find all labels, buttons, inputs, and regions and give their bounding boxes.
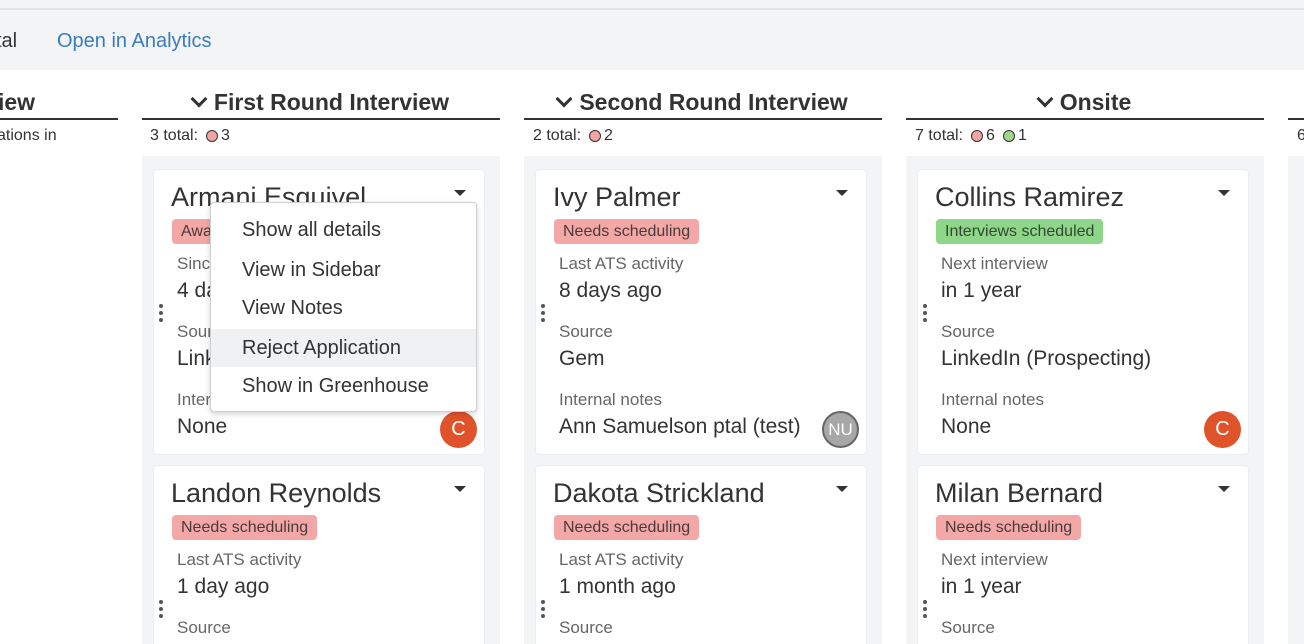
candidate-name: Landon Reynolds [171, 478, 382, 508]
field-value: 1 month ago [559, 575, 676, 598]
chevron-down-icon [555, 90, 573, 108]
status-badge: Interviews scheduled [936, 219, 1104, 244]
column-header[interactable] [1288, 86, 1304, 120]
menu-item-reject-application[interactable]: Reject Application [211, 329, 476, 367]
field-label: Source [559, 322, 613, 341]
field-label: Internal notes [559, 390, 663, 409]
caret-down-icon[interactable] [454, 190, 466, 196]
open-in-analytics-link[interactable]: Open in Analytics [57, 30, 212, 53]
candidate-card[interactable]: Milan Bernard Needs scheduling Next inte… [918, 466, 1248, 644]
column-total: 3 total: 3 [150, 127, 230, 144]
column-total: 7 total: 6 1 [915, 127, 1027, 144]
caret-down-icon[interactable] [1218, 486, 1230, 492]
field-label: Source [941, 618, 995, 637]
menu-item-show-in-greenhouse[interactable]: Show in Greenhouse [211, 367, 476, 405]
drag-handle-icon[interactable] [541, 600, 545, 618]
field-label: Sinc [177, 254, 211, 273]
field-value: Gem [559, 347, 605, 370]
chevron-down-icon [1036, 90, 1054, 108]
field-value: 8 days ago [559, 279, 662, 302]
field-label: Source [941, 322, 995, 341]
candidate-card[interactable]: Ivy Palmer Needs scheduling Last ATS act… [536, 170, 866, 454]
caret-down-icon[interactable] [454, 486, 466, 492]
kanban-board: iew ations in First Round Interview 3 to… [0, 70, 1304, 644]
column-total: 6 [1297, 127, 1304, 144]
menu-item-view-in-sidebar[interactable]: View in Sidebar [211, 251, 476, 289]
caret-down-icon[interactable] [836, 486, 848, 492]
field-value: None [177, 415, 228, 438]
candidate-card[interactable]: Landon Reynolds Needs scheduling Last AT… [154, 466, 484, 644]
candidate-name: Ivy Palmer [553, 182, 681, 212]
status-badge: Needs scheduling [172, 515, 318, 540]
column-header[interactable]: First Round Interview [142, 86, 500, 120]
menu-item-view-notes[interactable]: View Notes [211, 289, 476, 327]
column-body: Ivy Palmer Needs scheduling Last ATS act… [524, 156, 882, 644]
field-label: Sour [177, 322, 213, 341]
chevron-down-icon [190, 90, 208, 108]
candidate-name: Milan Bernard [935, 478, 1104, 508]
toolbar: tal Open in Analytics [0, 10, 1304, 70]
field-label: Last ATS activity [177, 550, 302, 569]
status-dot-red [206, 130, 219, 142]
field-value: None [941, 415, 992, 438]
status-badge: Needs scheduling [936, 515, 1082, 540]
field-value: LinkedIn (Prospecting) [941, 347, 1152, 370]
drag-handle-icon[interactable] [159, 600, 163, 618]
status-dot-green [1002, 130, 1015, 142]
drag-handle-icon[interactable] [923, 304, 927, 322]
caret-down-icon[interactable] [1218, 190, 1230, 196]
field-label: Next interview [941, 550, 1048, 569]
column-total: 2 total: 2 [533, 127, 613, 144]
drag-handle-icon[interactable] [159, 304, 163, 322]
column-body: Collins Ramirez Interviews scheduled Nex… [906, 156, 1264, 644]
avatar[interactable]: C [440, 411, 477, 448]
status-dot-red [971, 130, 984, 142]
candidate-card[interactable]: Collins Ramirez Interviews scheduled Nex… [918, 170, 1248, 454]
status-badge: Needs scheduling [554, 219, 700, 244]
total-label: tal [0, 30, 18, 52]
candidate-name: Dakota Strickland [553, 478, 765, 508]
column-body [1288, 156, 1304, 644]
avatar[interactable]: C [1204, 411, 1241, 448]
candidate-card[interactable]: Dakota Strickland Needs scheduling Last … [536, 466, 866, 644]
column-header[interactable]: iew [0, 86, 118, 120]
card-context-menu: Show all details View in Sidebar View No… [210, 202, 477, 412]
field-label: Next interview [941, 254, 1048, 273]
drag-handle-icon[interactable] [541, 304, 545, 322]
status-badge: Needs scheduling [554, 515, 700, 540]
field-label: Internal notes [941, 390, 1045, 409]
status-dot-red [589, 130, 602, 142]
caret-down-icon[interactable] [836, 190, 848, 196]
field-value: in 1 year [941, 575, 1022, 598]
candidate-name: Collins Ramirez [935, 182, 1125, 212]
field-value: in 1 year [941, 279, 1022, 302]
column-header[interactable]: Onsite [906, 86, 1264, 120]
field-label: Source [559, 618, 613, 637]
menu-item-show-all-details[interactable]: Show all details [211, 211, 476, 249]
column-subtitle: ations in [0, 127, 57, 144]
column-header[interactable]: Second Round Interview [524, 86, 882, 120]
field-label: Last ATS activity [559, 254, 684, 273]
avatar[interactable]: NU [822, 411, 859, 448]
field-value: 1 day ago [177, 575, 270, 598]
field-label: Source [177, 618, 231, 637]
field-value: Ann Samuelson ptal (test) [559, 415, 801, 438]
drag-handle-icon[interactable] [923, 600, 927, 618]
field-label: Inter [177, 390, 212, 409]
field-label: Last ATS activity [559, 550, 684, 569]
